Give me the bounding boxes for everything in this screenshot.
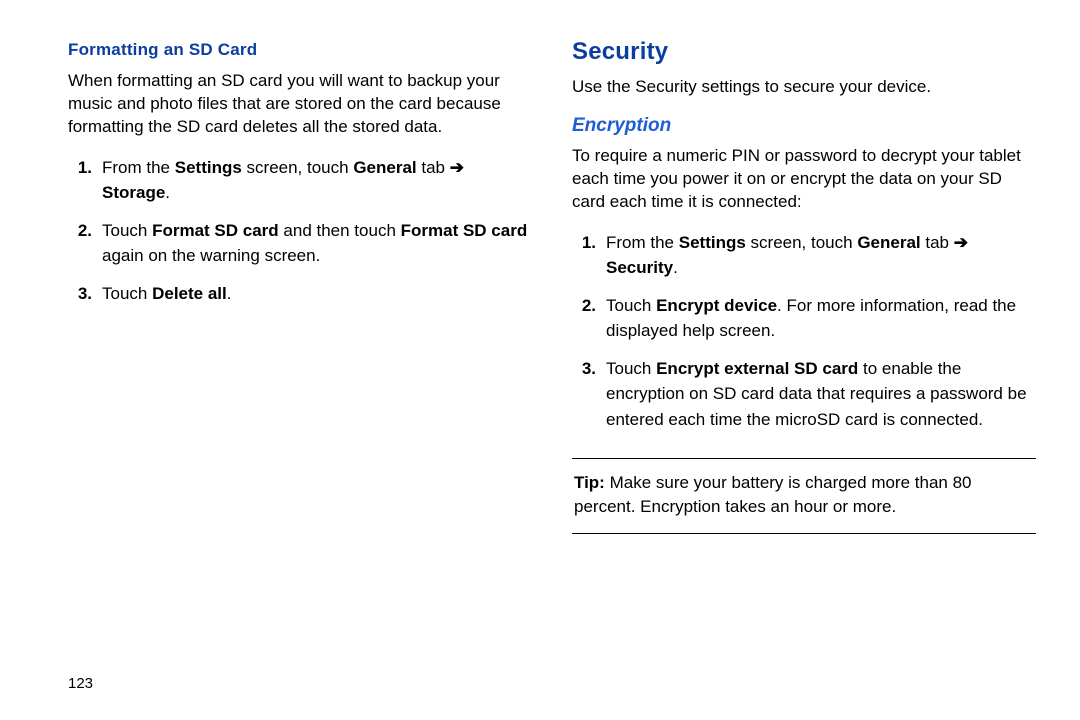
text-fragment: From the [606, 233, 679, 252]
intro-security: Use the Security settings to secure your… [572, 76, 1036, 99]
text-fragment: . [165, 183, 170, 202]
list-item: 2. Touch Encrypt device. For more inform… [572, 293, 1036, 344]
bold-format-sd: Format SD card [152, 221, 279, 240]
step-text: Touch Format SD card and then touch Form… [102, 218, 532, 269]
tip-text: Make sure your battery is charged more t… [574, 473, 972, 516]
list-item: 1. From the Settings screen, touch Gener… [68, 155, 532, 206]
text-fragment: . [227, 284, 232, 303]
subheading-encryption: Encryption [572, 115, 1036, 137]
bold-general: General [353, 158, 416, 177]
step-number: 2. [572, 293, 596, 319]
text-fragment: screen, touch [746, 233, 858, 252]
intro-encryption: To require a numeric PIN or password to … [572, 145, 1036, 214]
arrow-icon: ➔ [954, 233, 968, 252]
list-item: 2. Touch Format SD card and then touch F… [68, 218, 532, 269]
step-text: Touch Encrypt device. For more informati… [606, 293, 1036, 344]
right-column: Security Use the Security settings to se… [552, 38, 1036, 692]
divider [572, 533, 1036, 534]
text-fragment: again on the warning screen. [102, 246, 320, 265]
heading-security: Security [572, 38, 1036, 66]
step-text: Touch Delete all. [102, 281, 532, 307]
step-number: 2. [68, 218, 92, 244]
bold-general: General [857, 233, 920, 252]
steps-encryption: 1. From the Settings screen, touch Gener… [572, 226, 1036, 445]
bold-encrypt-device: Encrypt device [656, 296, 777, 315]
bold-encrypt-external: Encrypt external SD card [656, 359, 858, 378]
step-number: 3. [68, 281, 92, 307]
steps-formatting: 1. From the Settings screen, touch Gener… [68, 151, 532, 319]
left-column: Formatting an SD Card When formatting an… [68, 38, 552, 692]
tip-label: Tip: [574, 473, 605, 492]
bold-format-sd-2: Format SD card [401, 221, 528, 240]
bold-delete-all: Delete all [152, 284, 227, 303]
bold-settings: Settings [679, 233, 746, 252]
step-number: 3. [572, 356, 596, 382]
text-fragment: Touch [606, 359, 656, 378]
heading-formatting-sd: Formatting an SD Card [68, 40, 532, 60]
text-fragment: Touch [102, 221, 152, 240]
text-fragment: and then touch [279, 221, 401, 240]
text-fragment: screen, touch [242, 158, 354, 177]
text-fragment: tab [417, 158, 450, 177]
step-number: 1. [68, 155, 92, 181]
manual-page: Formatting an SD Card When formatting an… [0, 0, 1080, 720]
bold-settings: Settings [175, 158, 242, 177]
text-fragment: Touch [606, 296, 656, 315]
text-fragment: From the [102, 158, 175, 177]
list-item: 1. From the Settings screen, touch Gener… [572, 230, 1036, 281]
step-text: From the Settings screen, touch General … [102, 155, 532, 206]
text-fragment: . [673, 258, 678, 277]
intro-formatting: When formatting an SD card you will want… [68, 70, 532, 139]
page-number: 123 [68, 635, 532, 692]
step-text: Touch Encrypt external SD card to enable… [606, 356, 1036, 433]
bold-storage: Storage [102, 183, 165, 202]
step-text: From the Settings screen, touch General … [606, 230, 1036, 281]
bold-security: Security [606, 258, 673, 277]
step-number: 1. [572, 230, 596, 256]
divider [572, 458, 1036, 459]
list-item: 3. Touch Delete all. [68, 281, 532, 307]
text-fragment: tab [921, 233, 954, 252]
text-fragment: Touch [102, 284, 152, 303]
tip-box: Tip: Make sure your battery is charged m… [572, 471, 1036, 519]
list-item: 3. Touch Encrypt external SD card to ena… [572, 356, 1036, 433]
arrow-icon: ➔ [450, 158, 464, 177]
